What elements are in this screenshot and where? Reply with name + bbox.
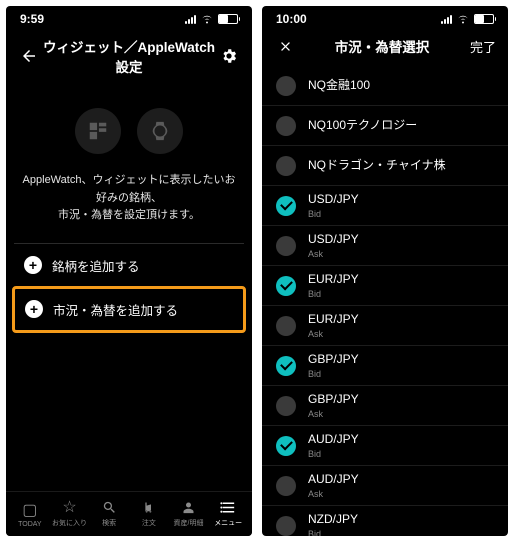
star-icon: ☆ (62, 498, 76, 516)
item-label: AUD/JPY (308, 472, 359, 488)
left-phone: 9:59 ウィジェット／AppleWatch設定 AppleWatch、ウィジェ… (6, 6, 252, 536)
item-sublabel: Ask (308, 329, 359, 339)
calendar-icon: ▢ (22, 501, 37, 519)
watch-icon (149, 120, 171, 142)
add-stock-label: 銘柄を追加する (52, 256, 140, 275)
radio-icon (276, 236, 296, 256)
item-label: GBP/JPY (308, 392, 359, 408)
radio-icon (276, 316, 296, 336)
item-sublabel: Ask (308, 489, 359, 499)
radio-icon (276, 476, 296, 496)
check-icon (276, 276, 296, 296)
battery-icon (474, 14, 494, 24)
add-stock-row[interactable]: + 銘柄を追加する (14, 243, 244, 287)
list-item[interactable]: EUR/JPYBid (262, 266, 508, 306)
list-item[interactable]: GBP/JPYAsk (262, 386, 508, 426)
item-sublabel: Bid (308, 529, 358, 536)
radio-icon (276, 396, 296, 416)
gear-icon (220, 47, 238, 65)
list-item[interactable]: EUR/JPYAsk (262, 306, 508, 346)
back-button[interactable] (18, 47, 40, 65)
list-item[interactable]: NQ100テクノロジー (262, 106, 508, 146)
person-icon (181, 498, 196, 516)
wifi-icon (456, 14, 470, 24)
highlighted-row: + 市況・為替を追加する (12, 286, 246, 333)
settings-button[interactable] (218, 47, 240, 65)
cart-icon (141, 498, 156, 516)
status-indicators (441, 14, 494, 24)
list-item[interactable]: USD/JPYAsk (262, 226, 508, 266)
item-sublabel: Ask (308, 249, 359, 259)
menu-icon (220, 498, 237, 516)
header: 市況・為替選択 完了 (262, 28, 508, 66)
list-item[interactable]: NQ金融100 (262, 66, 508, 106)
wifi-icon (200, 14, 214, 24)
item-label: EUR/JPY (308, 272, 359, 288)
item-label: EUR/JPY (308, 312, 359, 328)
watch-circle[interactable] (137, 108, 183, 154)
item-label: GBP/JPY (308, 352, 359, 368)
radio-icon (276, 516, 296, 536)
list-item[interactable]: USD/JPYBid (262, 186, 508, 226)
left-body: AppleWatch、ウィジェットに表示したいお好みの銘柄、 市況・為替を設定頂… (6, 86, 252, 491)
tab-order[interactable]: 注文 (129, 498, 169, 528)
check-icon (276, 196, 296, 216)
signal-icon (441, 15, 452, 24)
description: AppleWatch、ウィジェットに表示したいお好みの銘柄、 市況・為替を設定頂… (14, 172, 244, 225)
tab-menu[interactable]: メニュー (208, 498, 248, 528)
add-market-row[interactable]: + 市況・為替を追加する (15, 289, 243, 330)
check-icon (276, 356, 296, 376)
list-item[interactable]: NZD/JPYBid (262, 506, 508, 536)
tab-search[interactable]: 検索 (89, 498, 129, 528)
item-label: NQ金融100 (308, 78, 370, 94)
header: ウィジェット／AppleWatch設定 (6, 28, 252, 86)
selection-list: NQ金融100NQ100テクノロジーNQドラゴン・チャイナ株USD/JPYBid… (262, 66, 508, 536)
battery-icon (218, 14, 238, 24)
signal-icon (185, 15, 196, 24)
tab-bar: ▢TODAY ☆お気に入り 検索 注文 資産/明細 メニュー (6, 491, 252, 536)
status-bar: 9:59 (6, 6, 252, 28)
radio-icon (276, 116, 296, 136)
list-item[interactable]: AUD/JPYAsk (262, 466, 508, 506)
tab-favorites[interactable]: ☆お気に入り (50, 498, 90, 528)
widget-icon (87, 120, 109, 142)
tab-today[interactable]: ▢TODAY (10, 501, 50, 528)
status-time: 9:59 (20, 12, 44, 26)
list-item[interactable]: GBP/JPYBid (262, 346, 508, 386)
back-arrow-icon (20, 47, 38, 65)
radio-icon (276, 156, 296, 176)
status-indicators (185, 14, 238, 24)
item-label: AUD/JPY (308, 432, 359, 448)
search-icon (102, 498, 117, 516)
item-sublabel: Bid (308, 289, 359, 299)
header-title: 市況・為替選択 (296, 36, 468, 56)
status-bar: 10:00 (262, 6, 508, 28)
icon-row (14, 108, 244, 154)
list-item[interactable]: NQドラゴン・チャイナ株 (262, 146, 508, 186)
right-phone: 10:00 市況・為替選択 完了 NQ金融100 NQ100テクノロジー NQドラゴ… (262, 6, 508, 536)
item-sublabel: Bid (308, 449, 359, 459)
tab-assets[interactable]: 資産/明細 (169, 498, 209, 528)
item-label: NQ100テクノロジー (308, 118, 417, 134)
header-title: ウィジェット／AppleWatch設定 (40, 36, 218, 76)
plus-icon: + (24, 256, 42, 274)
add-market-label: 市況・為替を追加する (53, 300, 178, 319)
status-time: 10:00 (276, 12, 307, 26)
radio-icon (276, 76, 296, 96)
done-button[interactable]: 完了 (468, 37, 496, 56)
item-label: NQドラゴン・チャイナ株 (308, 158, 446, 174)
item-label: USD/JPY (308, 232, 359, 248)
close-icon (278, 39, 293, 54)
check-icon (276, 436, 296, 456)
item-sublabel: Bid (308, 369, 359, 379)
item-sublabel: Ask (308, 409, 359, 419)
item-sublabel: Bid (308, 209, 359, 219)
item-label: USD/JPY (308, 192, 359, 208)
close-button[interactable] (274, 39, 296, 54)
list-item[interactable]: AUD/JPYBid (262, 426, 508, 466)
item-label: NZD/JPY (308, 512, 358, 528)
widget-circle[interactable] (75, 108, 121, 154)
plus-icon: + (25, 300, 43, 318)
